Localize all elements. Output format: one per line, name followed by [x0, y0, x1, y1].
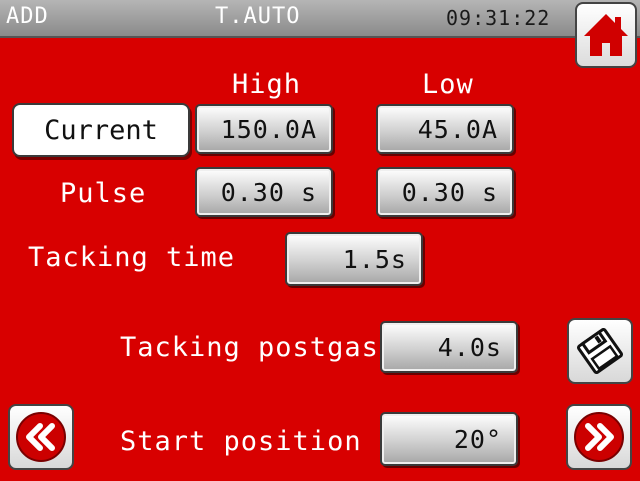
start-position-field[interactable]: 20°	[380, 412, 518, 466]
tacking-time-label: Tacking time	[28, 242, 236, 273]
pulse-label: Pulse	[60, 178, 147, 209]
clock: 09:31:22	[446, 6, 551, 30]
tacking-time-field[interactable]: 1.5s	[285, 232, 423, 286]
high-column-header: High	[232, 69, 302, 100]
start-position-label: Start position	[120, 426, 362, 457]
floppy-disk-icon	[577, 328, 623, 374]
mode-label: ADD	[6, 4, 49, 29]
previous-page-button[interactable]	[8, 404, 74, 470]
current-high-field[interactable]: 150.0A	[195, 104, 333, 154]
next-page-button[interactable]	[566, 404, 632, 470]
low-column-header: Low	[422, 69, 474, 100]
save-button[interactable]	[567, 318, 633, 384]
pulse-low-field[interactable]: 0.30 s	[376, 167, 514, 217]
pulse-high-field[interactable]: 0.30 s	[195, 167, 333, 217]
status-bar: ADD T.AUTO 09:31:22	[0, 0, 640, 38]
home-icon	[584, 14, 628, 56]
tacking-postgas-label: Tacking postgas	[120, 332, 379, 363]
current-button[interactable]: Current	[12, 103, 190, 157]
home-button[interactable]	[575, 2, 637, 68]
tacking-postgas-field[interactable]: 4.0s	[380, 321, 518, 373]
page-title: T.AUTO	[215, 4, 301, 29]
double-chevron-left-icon	[16, 412, 66, 462]
current-low-field[interactable]: 45.0A	[376, 104, 514, 154]
double-chevron-right-icon	[574, 412, 624, 462]
